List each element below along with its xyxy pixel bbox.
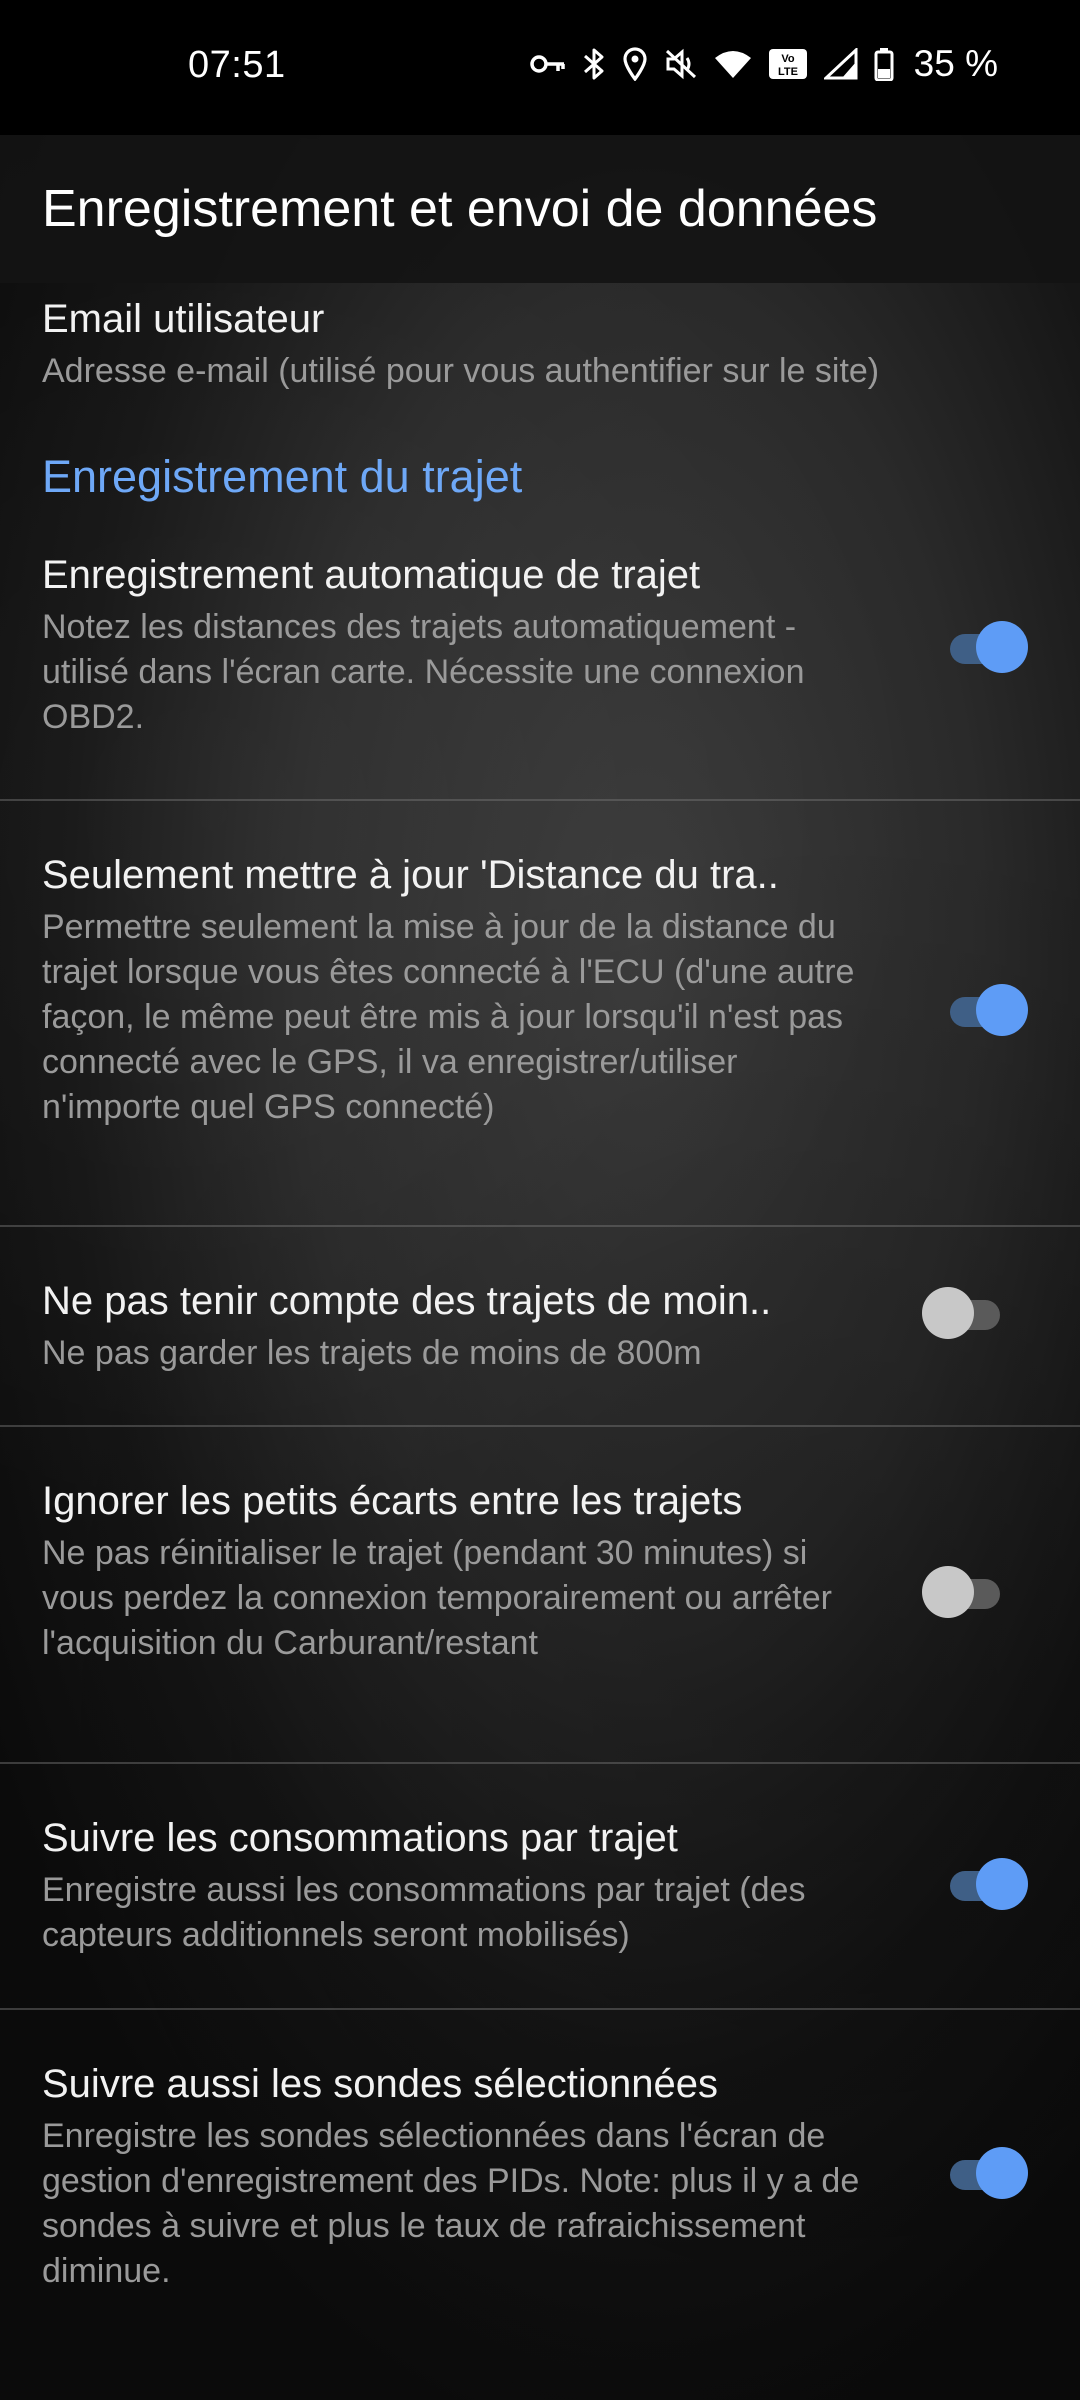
toggle-switch[interactable] [922,1564,1006,1620]
key-icon [529,44,566,84]
bluetooth-icon [582,44,606,84]
status-time: 07:51 [188,44,286,86]
pref-summary: Enregistre les sondes sélectionnées dans… [42,2117,860,2290]
switch-thumb [922,1566,974,1618]
pref-update-distance-ecu-only[interactable]: Seulement mettre à jour 'Distance du tra… [0,801,1080,1225]
toggle-switch[interactable] [944,1856,1028,1912]
svg-text:Vo: Vo [781,53,795,65]
location-icon [622,44,648,84]
switch-thumb [922,1287,974,1339]
pref-track-consumption[interactable]: Suivre les consommations par trajet Enre… [0,1764,1080,2008]
mute-icon [664,44,698,84]
settings-screen: Enregistrement et envoi de données Email… [0,135,1080,2400]
status-bar: 07:51 Vo LTE 35 % [0,0,1080,135]
pref-ignore-short-trips[interactable]: Ne pas tenir compte des trajets de moin.… [0,1227,1080,1425]
pref-email[interactable]: Email utilisateur Adresse e-mail (utilis… [0,283,1080,443]
switch-thumb [976,621,1028,673]
svg-text:LTE: LTE [778,66,798,78]
switch-thumb [976,1858,1028,1910]
pref-title: Ne pas tenir compte des trajets de moin.… [42,1279,772,1323]
pref-title: Enregistrement automatique de trajet [42,553,701,597]
switch-thumb [976,2147,1028,2199]
pref-summary: Ne pas réinitialiser le trajet (pendant … [42,1534,832,1662]
battery-icon [874,44,894,84]
pref-track-selected-sensors[interactable]: Suivre aussi les sondes sélectionnées En… [0,2010,1080,2310]
pref-auto-trip-recording[interactable]: Enregistrement automatique de trajet Not… [0,537,1080,799]
wifi-icon [714,44,752,84]
pref-summary: Enregistre aussi les consommations par t… [42,1871,806,1954]
category-header: Enregistrement du trajet [42,451,523,502]
pref-summary: Notez les distances des trajets automati… [42,608,805,736]
volte-icon: Vo LTE [768,44,808,84]
pref-title: Suivre aussi les sondes sélectionnées [42,2062,718,2106]
toggle-switch[interactable] [944,982,1028,1038]
pref-title: Email utilisateur [42,297,325,341]
pref-title: Seulement mettre à jour 'Distance du tra… [42,853,779,897]
status-icons: Vo LTE 35 % [529,42,998,86]
app-bar: Enregistrement et envoi de données [0,135,1080,283]
pref-title: Ignorer les petits écarts entre les traj… [42,1479,743,1523]
toggle-switch[interactable] [944,619,1028,675]
page-title: Enregistrement et envoi de données [42,180,878,238]
toggle-switch[interactable] [922,1285,1006,1341]
switch-thumb [976,984,1028,1036]
pref-title: Suivre les consommations par trajet [42,1816,678,1860]
preferences-list[interactable]: Email utilisateur Adresse e-mail (utilis… [0,283,1080,2310]
pref-ignore-small-gaps[interactable]: Ignorer les petits écarts entre les traj… [0,1427,1080,1762]
toggle-switch[interactable] [944,2145,1028,2201]
battery-percent: 35 % [913,43,998,84]
pref-summary: Permettre seulement la mise à jour de la… [42,908,855,1126]
signal-icon [823,44,858,84]
pref-summary: Adresse e-mail (utilisé pour vous authen… [42,352,880,390]
pref-summary: Ne pas garder les trajets de moins de 80… [42,1334,702,1372]
